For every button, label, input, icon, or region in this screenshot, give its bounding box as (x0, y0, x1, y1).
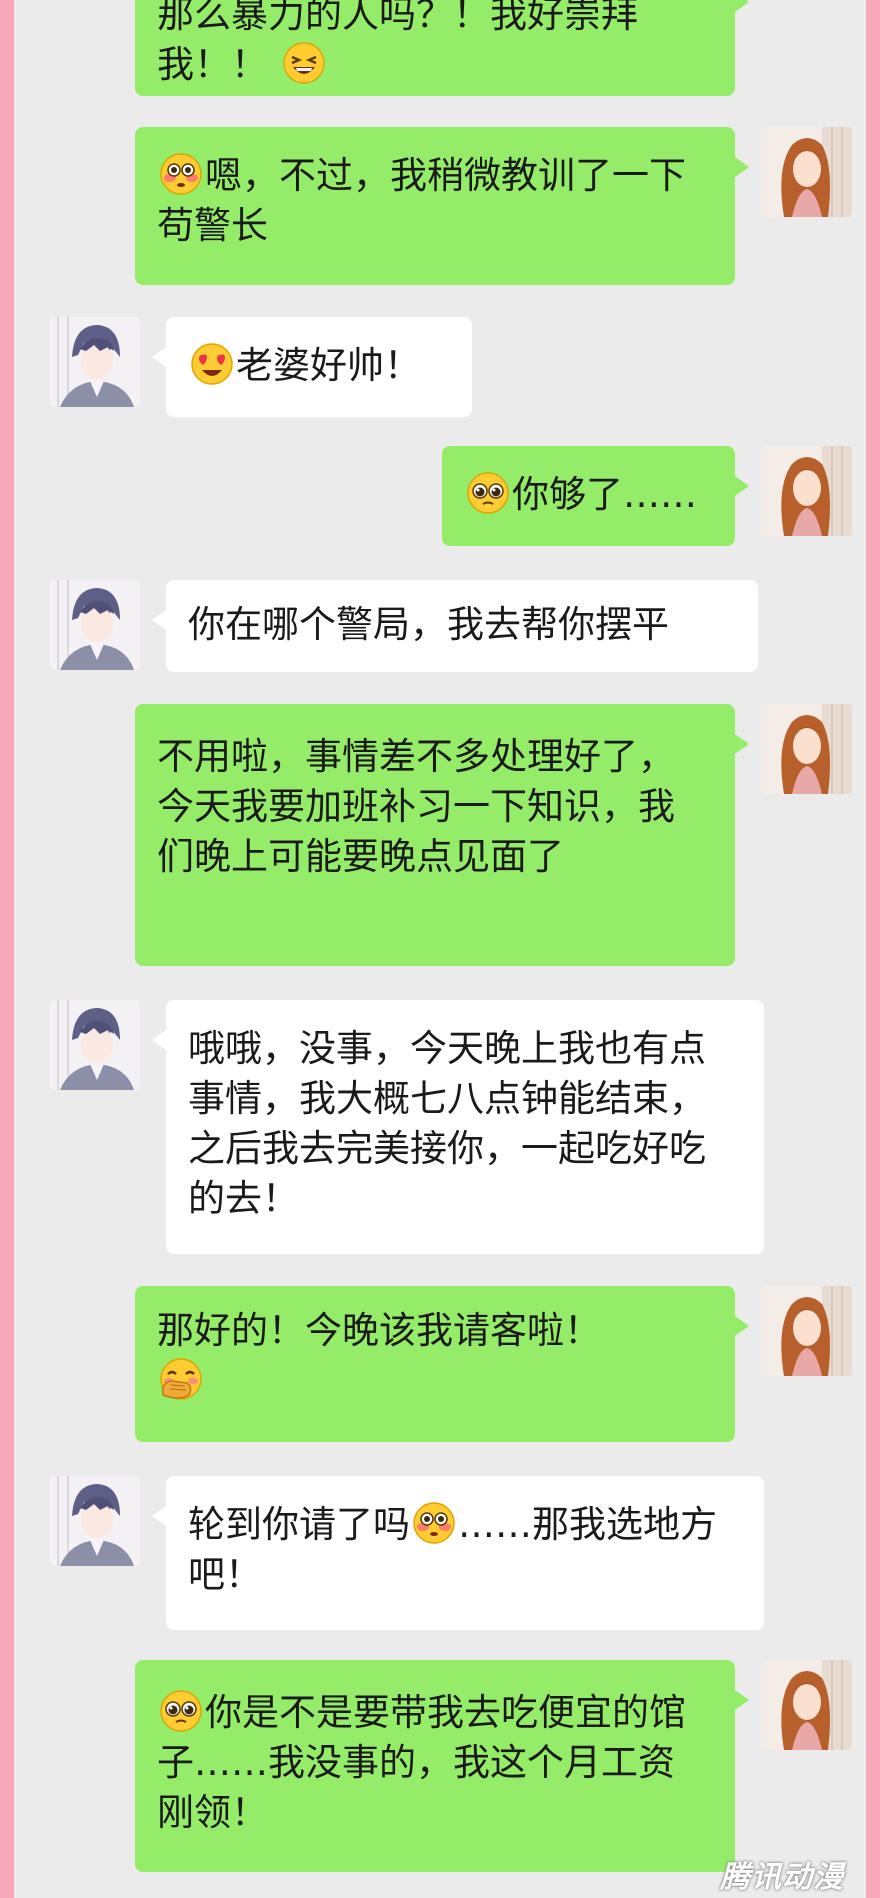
message-text: 那好的！今晚该我请客啦！ (157, 1309, 601, 1352)
message-bubble-her[interactable]: 那好的！今晚该我请客啦！ (135, 1286, 749, 1442)
message-text: 那么暴力的人吗？！我好崇拜 (157, 0, 638, 36)
message-text: 不用啦，事情差不多处理好了，今天我要加班补习一下知识，我们晚上可能要晚点见面了 (157, 735, 675, 878)
message-bubble-him[interactable]: 轮到你请了吗 ……那我选地方吧！ (152, 1476, 764, 1630)
avatar-girl[interactable] (762, 1660, 852, 1750)
avatar-boy[interactable] (50, 1000, 140, 1090)
avatar-boy[interactable] (50, 1476, 140, 1566)
message-text: 你够了…… (512, 473, 697, 516)
message-bubble-him[interactable]: 哦哦，没事，今天晚上我也有点事情，我大概七八点钟能结束，之后我去完美接你，一起吃… (152, 1000, 764, 1254)
watermark-logo: 腾讯动漫 (720, 1860, 844, 1895)
message-text: 你是不是要带我去吃便宜的馆子……我没事的，我这个月工资刚领！ (157, 1691, 686, 1834)
message-text: 老婆好帅！ (236, 344, 421, 387)
message-text: 哦哦，没事，今天晚上我也有点事情，我大概七八点钟能结束，之后我去完美接你，一起吃… (188, 1027, 706, 1220)
avatar-girl[interactable] (762, 1286, 852, 1376)
message-bubble-her[interactable]: 你是不是要带我去吃便宜的馆子……我没事的，我这个月工资刚领！ (135, 1660, 749, 1872)
pleading-emoji-icon (159, 1689, 203, 1733)
avatar-boy[interactable] (50, 317, 140, 407)
laughing-tears-emoji-icon (282, 41, 326, 85)
chat-panel: 那么暴力的人吗？！我好崇拜 我！！ 嗯，不过，我稍微教训了一下苟警长 老婆好帅！… (14, 0, 866, 1898)
message-text: 我！！ (157, 43, 268, 86)
message-bubble-her[interactable]: 那么暴力的人吗？！我好崇拜 我！！ (135, 0, 749, 96)
message-bubble-her[interactable]: 你够了…… (442, 446, 749, 546)
message-bubble-him[interactable]: 老婆好帅！ (152, 317, 472, 417)
heart-eyes-emoji-icon (190, 342, 234, 386)
avatar-girl[interactable] (762, 704, 852, 794)
flushed-emoji-icon (412, 1501, 456, 1545)
message-bubble-her[interactable]: 嗯，不过，我稍微教训了一下苟警长 (135, 127, 749, 285)
message-text: 你在哪个警局，我去帮你摆平 (188, 603, 669, 646)
message-text: 轮到你请了吗 (188, 1503, 410, 1546)
avatar-boy[interactable] (50, 580, 140, 670)
message-bubble-him[interactable]: 你在哪个警局，我去帮你摆平 (152, 580, 758, 672)
avatar-girl[interactable] (762, 446, 852, 536)
message-bubble-her[interactable]: 不用啦，事情差不多处理好了，今天我要加班补习一下知识，我们晚上可能要晚点见面了 (135, 704, 749, 966)
message-text: 嗯，不过，我稍微教训了一下苟警长 (157, 154, 686, 247)
hand-over-mouth-emoji-icon (159, 1357, 203, 1401)
avatar-girl[interactable] (762, 127, 852, 217)
flushed-emoji-icon (159, 152, 203, 196)
pleading-emoji-icon (466, 471, 510, 515)
